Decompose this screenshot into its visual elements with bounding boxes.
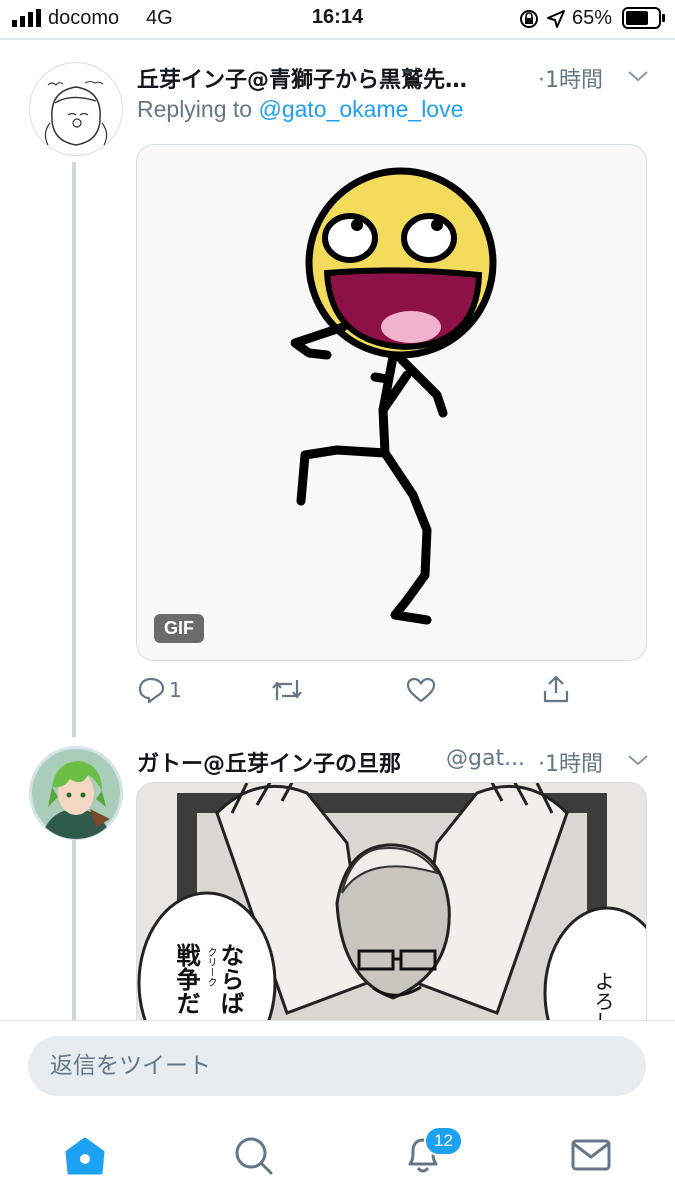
replying-to: Replying to @gato_okame_love [137, 96, 463, 123]
header-divider [0, 38, 675, 40]
retweet-icon [272, 680, 302, 700]
lock-rotation-icon [520, 10, 538, 28]
manga-ruby: クリーク [205, 947, 216, 987]
battery-icon [622, 7, 665, 29]
search-icon [235, 1137, 273, 1175]
battery-percent: 65% [572, 7, 613, 29]
avatar[interactable] [29, 746, 123, 840]
manga-speech-2: 戦争だ [171, 943, 201, 1015]
status-bar: docomo 4G 16:14 65% [0, 0, 675, 40]
tweet[interactable]: 丘芽イン子@青獅子から黒鷲先… ·1時間 Replying to @gato_o… [0, 48, 675, 738]
replying-handle-link[interactable]: @gato_okame_love [258, 96, 463, 122]
reply-button[interactable]: 1 [137, 676, 182, 704]
tweet-author-name[interactable]: 丘芽イン子@青獅子から黒鷲先… [137, 62, 532, 94]
manga-text-2: 戦争だ [172, 943, 200, 1015]
notifications-badge: 12 [424, 1126, 463, 1156]
tweet-time[interactable]: ·1時間 [538, 746, 603, 778]
manga-panel-illustration [137, 783, 646, 1043]
dancing-smiley-gif [290, 167, 497, 625]
anime-character-avatar [30, 747, 122, 839]
chevron-down-icon[interactable] [626, 752, 650, 768]
manga-text-1: ならば [216, 943, 244, 1015]
mail-icon [571, 1139, 611, 1171]
gif-badge: GIF [154, 614, 204, 643]
reply-icon [138, 677, 165, 704]
chevron-down-icon[interactable] [626, 68, 650, 84]
like-button[interactable] [406, 676, 436, 704]
manga-speech-1: ならば [215, 943, 245, 1015]
retweet-button[interactable] [270, 676, 304, 704]
share-button[interactable] [541, 674, 571, 704]
tweet-time[interactable]: ·1時間 [538, 62, 603, 94]
tweet[interactable]: ガトー@丘芽イン子の旦那 @gat... ·1時間 ならば 戦争だ クリーク よ… [0, 740, 675, 1044]
replying-prefix: Replying to [137, 96, 253, 122]
reply-count: 1 [169, 678, 182, 702]
tweet-handle[interactable]: @gat... [446, 746, 525, 771]
tweet-author-name[interactable]: ガトー@丘芽イン子の旦那 [137, 746, 401, 778]
share-icon [543, 675, 569, 703]
avatar[interactable] [29, 62, 123, 156]
home-icon [65, 1137, 105, 1175]
reply-tweet-input[interactable]: 返信をツイート [28, 1036, 646, 1096]
tab-search[interactable] [233, 1135, 275, 1181]
tab-messages[interactable] [570, 1136, 612, 1178]
like-icon [406, 677, 436, 703]
location-icon [547, 10, 565, 28]
manga-image[interactable]: ならば 戦争だ クリーク よろし [136, 782, 647, 1044]
sketch-face-avatar [44, 80, 108, 146]
tab-home[interactable] [64, 1136, 106, 1180]
gif-media[interactable]: GIF [136, 144, 647, 661]
